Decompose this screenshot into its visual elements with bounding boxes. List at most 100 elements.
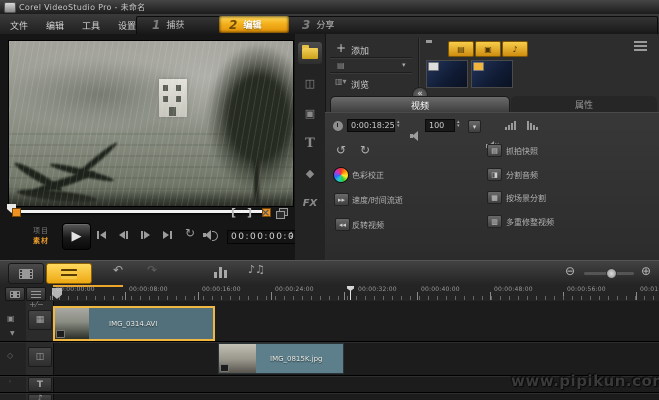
fade-out-icon[interactable] [527,121,538,130]
nav-title-icon[interactable]: T [298,132,322,154]
browse-button[interactable]: 浏览 [351,78,369,91]
undo-button[interactable]: ↶ [113,263,123,277]
tab-edit-label: 编辑 [243,18,261,31]
overlay-track-mute-icon[interactable]: ◇ [7,351,13,360]
mark-out-button[interactable]: ] [247,206,252,219]
nav-graphic-icon[interactable]: ▣ [298,102,322,124]
clip-thumbnail [55,308,89,339]
volume-spinner[interactable]: ▴▾ [457,120,460,128]
split-by-scene-button[interactable]: 按场景分割 [506,193,546,204]
next-frame-button[interactable] [141,229,150,241]
filter-audio-button[interactable]: ♪ [502,41,528,57]
menu-settings[interactable]: 设置 [118,19,136,32]
show-all-tracks-button[interactable] [5,287,25,301]
project-mode-label[interactable]: 项目 [33,226,49,236]
add-folder-button[interactable]: 添加 [351,44,369,57]
speed-timelapse-button[interactable]: 速度/时间流逝 [352,195,403,206]
media-thumbnail[interactable] [471,60,513,88]
tab-capture[interactable]: 1 捕获 [142,16,216,33]
play-button[interactable]: ▶ [62,223,91,250]
previous-frame-button[interactable] [119,229,128,241]
multi-trim-button[interactable]: 多重修整视频 [506,217,554,228]
clip-filename: IMG_0314.AVI [109,320,157,328]
timeline-clip-overlay[interactable]: IMG_0815K.jpg [218,343,344,374]
reverse-video-button[interactable]: 反转视频 [352,220,384,231]
menu-file[interactable]: 文件 [10,19,28,32]
title-bar: Corel VideoStudio Pro - 未命名 [0,0,659,15]
rotate-right-button[interactable]: ↻ [360,143,370,157]
duration-field[interactable]: 0:00:18:25 [347,119,395,132]
tab-attribute-options[interactable]: 属性 [511,96,657,112]
preview-video[interactable] [8,40,294,207]
repeat-button[interactable]: ↻ [185,226,195,240]
plus-icon: + [336,41,346,55]
duration-spinner[interactable]: ▴▾ [397,120,400,128]
video-track-mute-icon[interactable]: ▣ [7,314,15,323]
storyboard-view-button[interactable] [8,263,44,284]
gallery-dropdown-chevron[interactable]: ▾ [402,61,406,69]
split-audio-icon: ◨ [487,168,502,181]
video-track-button[interactable]: ▦ [28,310,52,330]
nav-transition-icon[interactable]: ◫ [298,72,322,94]
mark-in-button[interactable]: [ [231,206,236,219]
nav-media-icon[interactable] [298,42,322,64]
overlay-track-button[interactable]: ◫ [28,347,52,367]
auto-music-icon[interactable]: ♪♫ [248,263,265,276]
nav-filter-icon[interactable]: FX [298,192,322,214]
timeline-view-button[interactable] [46,263,92,284]
fade-menu-icon[interactable]: ▾ [468,120,481,133]
sound-mixer-icon[interactable] [214,266,228,278]
filter-video-button[interactable]: ▤ [448,41,474,57]
zoom-slider-thumb[interactable] [606,268,617,279]
voice-track-button[interactable]: ♪ [28,394,52,400]
track-separator [0,341,659,342]
preview-scrubber[interactable] [16,210,266,213]
clip-type-badge [56,330,65,338]
color-correction-icon [333,167,349,183]
app-icon [4,2,16,13]
system-volume-button[interactable] [203,230,215,240]
timecode-spinner[interactable]: ▴▾ [290,231,293,239]
zoom-in-icon[interactable]: ⊕ [641,264,651,278]
color-correction-button[interactable]: 色彩校正 [352,170,384,181]
browse-icon: ▥▾ [335,77,347,86]
menu-edit[interactable]: 编辑 [46,19,64,32]
timeline-toolbar [0,260,659,287]
title-track-button[interactable]: T [28,377,52,392]
view-options-icon[interactable] [634,41,647,53]
clip-mode-label[interactable]: 素材 [33,236,49,246]
tab-video-options[interactable]: 视频 [330,96,510,113]
clip-type-badge [220,364,229,372]
tab-edit[interactable]: 2 编辑 [219,16,289,33]
title-track-mute-icon[interactable]: ◦ [8,378,12,386]
ruler-label: 00:00:16:00 [202,286,241,293]
home-button[interactable] [97,229,106,241]
delete-clip-button[interactable]: × [261,206,270,219]
clip-filename: IMG_0815K.jpg [270,355,323,363]
ruler-label: 00:00:48:00 [494,286,533,293]
gallery-dropdown-icon[interactable]: ▤ [337,61,345,70]
end-button[interactable] [163,229,172,241]
timeline-playhead[interactable] [350,286,351,300]
track-manager-button[interactable] [26,287,46,301]
tab-share[interactable]: 3 分享 [292,16,362,33]
volume-field[interactable]: 100 [425,119,455,132]
media-thumbnail[interactable] [426,60,468,88]
split-audio-button[interactable]: 分割音频 [506,170,538,181]
enlarge-preview-icon[interactable] [276,208,287,217]
menu-tools[interactable]: 工具 [82,19,100,32]
redo-button[interactable]: ↷ [147,263,157,277]
nav-decoration-icon[interactable]: ◆ [298,162,322,184]
tab-edit-number: 2 [229,18,237,32]
rotate-left-button[interactable]: ↺ [336,143,346,157]
track-add-remove-icons[interactable]: +⁄− [29,300,44,309]
filter-photo-button[interactable]: ▣ [475,41,501,57]
trim-start-handle[interactable] [12,208,21,217]
video-track-expand-icon[interactable]: ▼ [10,330,15,337]
tab-share-number: 3 [302,18,310,32]
fade-in-icon[interactable] [505,121,516,130]
snapshot-button[interactable]: 抓拍快照 [506,146,538,157]
zoom-out-icon[interactable]: ⊖ [565,264,575,278]
timeline-clip-video[interactable]: IMG_0314.AVI [53,306,215,341]
ruler-label: 00:00:56:00 [567,286,606,293]
